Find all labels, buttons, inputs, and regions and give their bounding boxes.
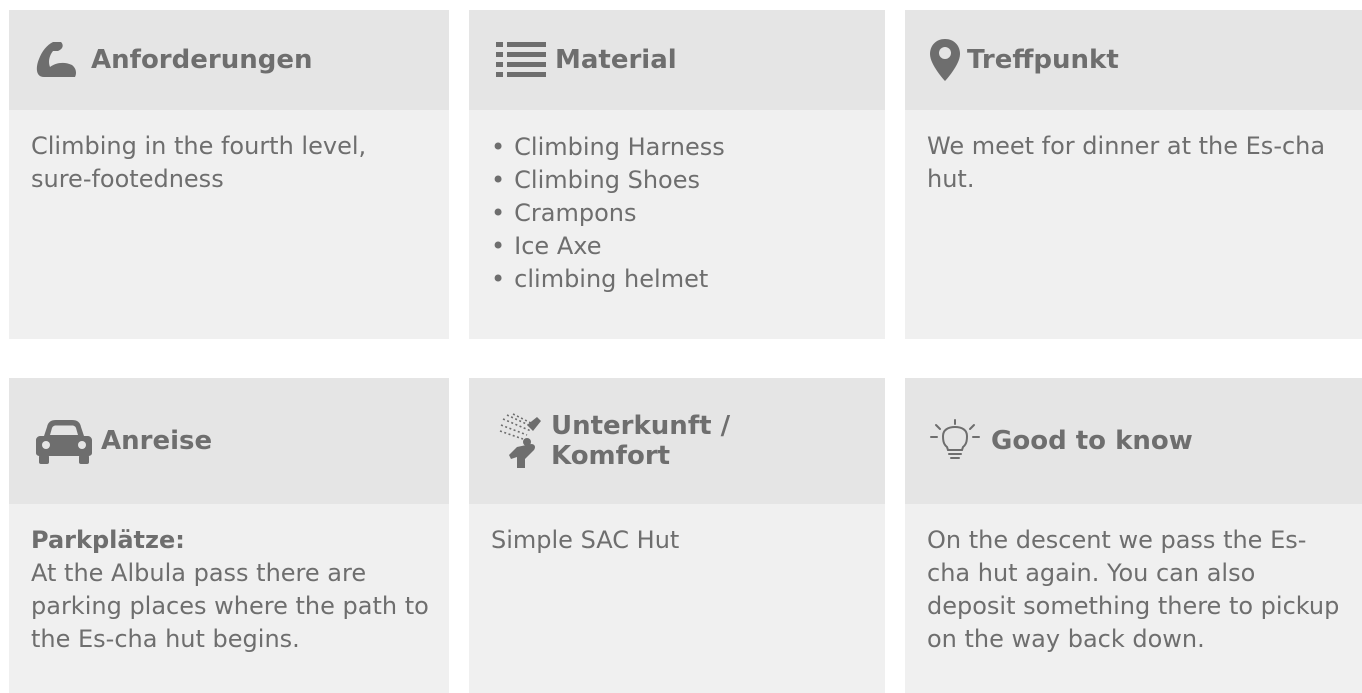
card-title: Good to know [991,426,1193,456]
card-good-to-know: Good to know On the descent we pass the … [905,378,1362,693]
card-title: Treffpunkt [967,45,1119,75]
lightbulb-icon [927,419,983,463]
card-header: Unterkunft / Komfort [469,378,885,504]
card-unterkunft: Unterkunft / Komfort Simple SAC Hut [469,378,885,693]
list-icon [495,40,547,80]
parking-label: Parkplätze: [31,526,185,554]
card-header: Treffpunkt [905,10,1362,110]
list-item: Climbing Shoes [491,164,867,197]
card-text: We meet for dinner at the Es-cha hut. [927,132,1326,193]
card-text: Climbing in the fourth level, sure-foote… [31,132,367,193]
card-title: Anforderungen [91,45,313,75]
card-material: Material Climbing Harness Climbing Shoes… [469,10,885,339]
card-header: Anforderungen [9,10,449,110]
card-text: At the Albula pass there are parking pla… [31,559,429,653]
map-pin-icon [929,38,961,82]
card-header: Good to know [905,378,1362,504]
card-text: Simple SAC Hut [491,526,680,554]
card-header: Material [469,10,885,110]
card-title: Anreise [101,426,213,456]
card-anforderungen: Anforderungen Climbing in the fourth lev… [9,10,449,339]
list-item: Crampons [491,197,867,230]
material-list: Climbing Harness Climbing Shoes Crampons… [491,131,867,296]
card-header: Anreise [9,378,449,504]
flexed-bicep-icon [31,40,83,80]
shower-icon [497,413,545,469]
list-item: Ice Axe [491,230,867,263]
card-text: On the descent we pass the Es-cha hut ag… [927,526,1340,653]
card-text-block: Parkplätze: At the Albula pass there are… [31,524,431,656]
card-title: Unterkunft / Komfort [551,411,731,471]
list-item: climbing helmet [491,263,867,296]
card-treffpunkt: Treffpunkt We meet for dinner at the Es-… [905,10,1362,339]
car-icon [35,417,93,465]
card-anreise: Anreise Parkplätze: At the Albula pass t… [9,378,449,693]
card-title: Material [555,45,677,75]
list-item: Climbing Harness [491,131,867,164]
